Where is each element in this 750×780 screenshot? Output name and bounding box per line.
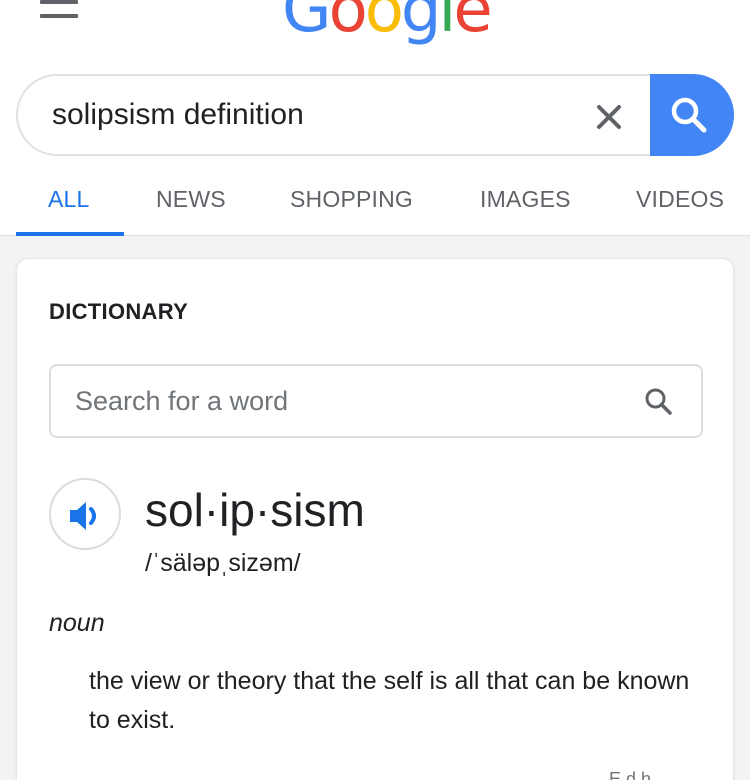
tab-all[interactable]: ALL — [48, 186, 90, 213]
definition-text: the view or theory that the self is all … — [89, 667, 690, 734]
hamburger-menu-icon[interactable] — [40, 0, 80, 30]
pronunciation-audio-button[interactable] — [49, 478, 121, 550]
search-icon[interactable] — [643, 386, 675, 418]
tab-videos[interactable]: VIDEOS — [636, 186, 724, 213]
translations-link-partial[interactable]: E d h — [609, 769, 651, 780]
logo-letter: G — [282, 0, 332, 47]
tab-images[interactable]: IMAGES — [480, 186, 571, 213]
tab-news[interactable]: NEWS — [156, 186, 226, 213]
logo-letter: o — [364, 0, 404, 47]
logo-letter: l — [438, 0, 457, 47]
active-tab-indicator — [16, 232, 124, 236]
search-query-text[interactable]: solipsism definition — [52, 98, 304, 132]
tab-shopping[interactable]: SHOPPING — [290, 186, 413, 213]
part-of-speech: noun — [49, 609, 105, 637]
dictionary-heading: DICTIONARY — [49, 299, 189, 324]
dictionary-card: DICTIONARY Search for a word sol·ip·sism… — [16, 258, 734, 780]
word-search-input[interactable]: Search for a word — [49, 364, 703, 438]
word-search-placeholder: Search for a word — [75, 386, 289, 416]
speaker-icon — [70, 502, 96, 530]
headword: sol·ip·sism — [145, 484, 365, 536]
search-tabs: ALL NEWS SHOPPING IMAGES VIDEOS — [0, 176, 750, 236]
search-button[interactable] — [650, 74, 734, 156]
logo-letter: o — [328, 0, 368, 47]
search-icon — [671, 97, 707, 133]
logo-letter: e — [453, 0, 492, 47]
search-input[interactable]: solipsism definition — [16, 74, 692, 156]
google-logo[interactable]: Google — [282, 0, 493, 47]
logo-letter: g — [400, 0, 442, 47]
pronunciation: /ˈsäləpˌsizəm/ — [145, 549, 301, 577]
close-icon[interactable] — [592, 100, 626, 134]
top-bar: Google solipsism definition ALL NEWS SHO… — [0, 0, 750, 236]
